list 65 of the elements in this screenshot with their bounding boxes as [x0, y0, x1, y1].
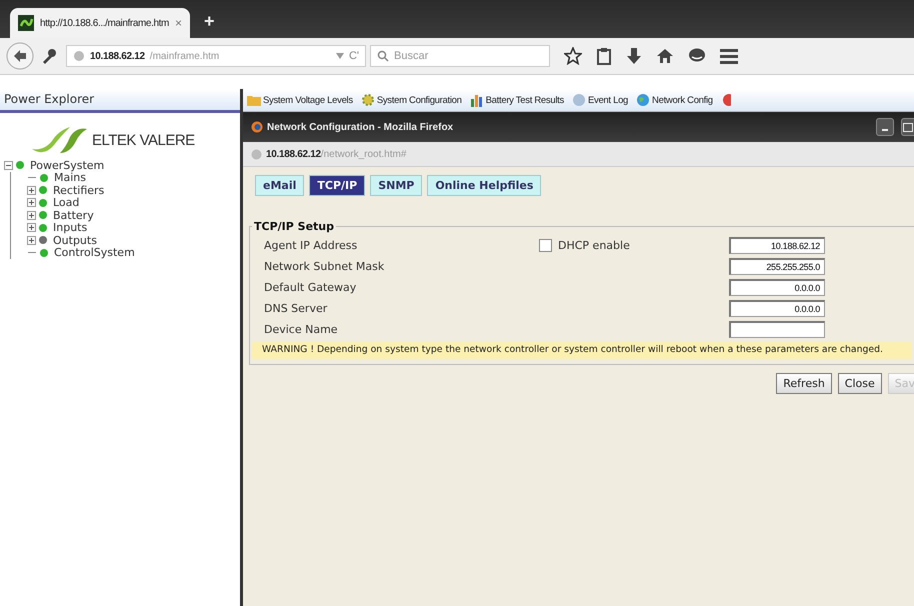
tree-item[interactable]: ControlSystem — [51, 246, 135, 260]
panel-header: Power Explorer — [0, 89, 240, 113]
menu-icon[interactable] — [720, 48, 738, 64]
bookmark-icon[interactable] — [720, 93, 731, 107]
input-field[interactable]: 0.0.0.0 — [729, 300, 825, 317]
field-label: DNS Server — [264, 302, 328, 315]
tree-item[interactable]: Load — [50, 196, 80, 210]
group-title: TCP/IP Setup — [253, 220, 335, 233]
chart-icon — [470, 93, 484, 107]
tree-item[interactable]: PowerSystem — [27, 158, 104, 172]
expand-icon[interactable] — [27, 223, 36, 232]
bookmark-link[interactable]: System Voltage Levels — [263, 94, 353, 106]
expand-icon[interactable] — [27, 186, 36, 195]
collapse-icon[interactable] — [4, 160, 13, 170]
input-field[interactable]: 0.0.0.0 — [729, 279, 825, 296]
checkbox-label: DHCP enable — [558, 239, 630, 252]
folder-icon — [247, 94, 261, 106]
expand-icon[interactable] — [27, 236, 36, 245]
tree-item[interactable]: Outputs — [50, 234, 97, 247]
minimize-button[interactable] — [876, 118, 894, 136]
dropdown-icon[interactable] — [336, 53, 344, 59]
firefox-icon — [251, 121, 263, 133]
tree-item[interactable]: Battery — [50, 208, 94, 222]
dialog-button[interactable]: Close — [838, 373, 882, 394]
field-label: Default Gateway — [264, 281, 358, 294]
field-label: Network Subnet Mask — [264, 260, 386, 273]
window-title: Network Configuration - Mozilla Firefox — [267, 122, 454, 132]
close-tab-button[interactable]: × — [174, 16, 182, 30]
bookmark-link[interactable]: System Configuration — [376, 94, 462, 106]
download-icon[interactable] — [626, 47, 642, 65]
tree-item[interactable]: Mains — [51, 171, 86, 184]
warning-text: WARNING ! Depending on system type the network controller or system controller will reboot when a these parameters are changed. — [252, 342, 912, 360]
gear-icon — [360, 93, 375, 107]
search-icon — [377, 50, 389, 62]
bookmark-link[interactable]: Network Config — [652, 94, 713, 106]
chat-icon[interactable] — [688, 48, 706, 64]
tab[interactable]: Online Helpfiles — [427, 175, 542, 196]
logo-text: ELTEK VALERE — [92, 132, 195, 148]
field-label: Device Name — [264, 323, 339, 336]
expand-icon[interactable] — [27, 210, 36, 220]
url-field[interactable]: 10.188.62.12 /mainframe.htm C' — [66, 45, 366, 67]
bookmark-link[interactable]: Event Log — [588, 94, 628, 106]
tree-item[interactable]: Inputs — [50, 221, 88, 234]
expand-icon[interactable] — [27, 198, 36, 208]
bookmark-link[interactable]: Battery Test Results — [486, 94, 564, 106]
site-favicon-icon — [18, 15, 34, 31]
tree-item[interactable]: Rectifiers — [50, 184, 104, 197]
browser-tab[interactable]: http://10.188.6.../mainframe.htm × — [10, 8, 190, 38]
tab[interactable]: TCP/IP — [309, 175, 366, 196]
maximize-button[interactable] — [901, 118, 914, 136]
tab-title: http://10.188.6.../mainframe.htm — [40, 18, 169, 28]
bookmark-star-icon[interactable] — [564, 47, 582, 65]
clipboard-icon[interactable] — [596, 47, 612, 65]
field-label: Agent IP Address — [264, 239, 358, 252]
tab[interactable]: eMail — [255, 175, 304, 196]
back-button[interactable] — [6, 42, 34, 70]
input-field[interactable]: 255.255.255.0 — [729, 258, 825, 275]
tab[interactable]: SNMP — [370, 175, 422, 196]
dialog-button[interactable]: Refresh — [776, 373, 832, 394]
input-field[interactable] — [729, 321, 825, 338]
popup-url: 10.188.62.12/network_root.htm# — [266, 148, 406, 160]
new-tab-button[interactable]: + — [204, 11, 214, 32]
input-field[interactable]: 10.188.62.12 — [729, 237, 825, 254]
checkbox[interactable] — [539, 239, 552, 252]
home-icon[interactable] — [656, 48, 674, 64]
